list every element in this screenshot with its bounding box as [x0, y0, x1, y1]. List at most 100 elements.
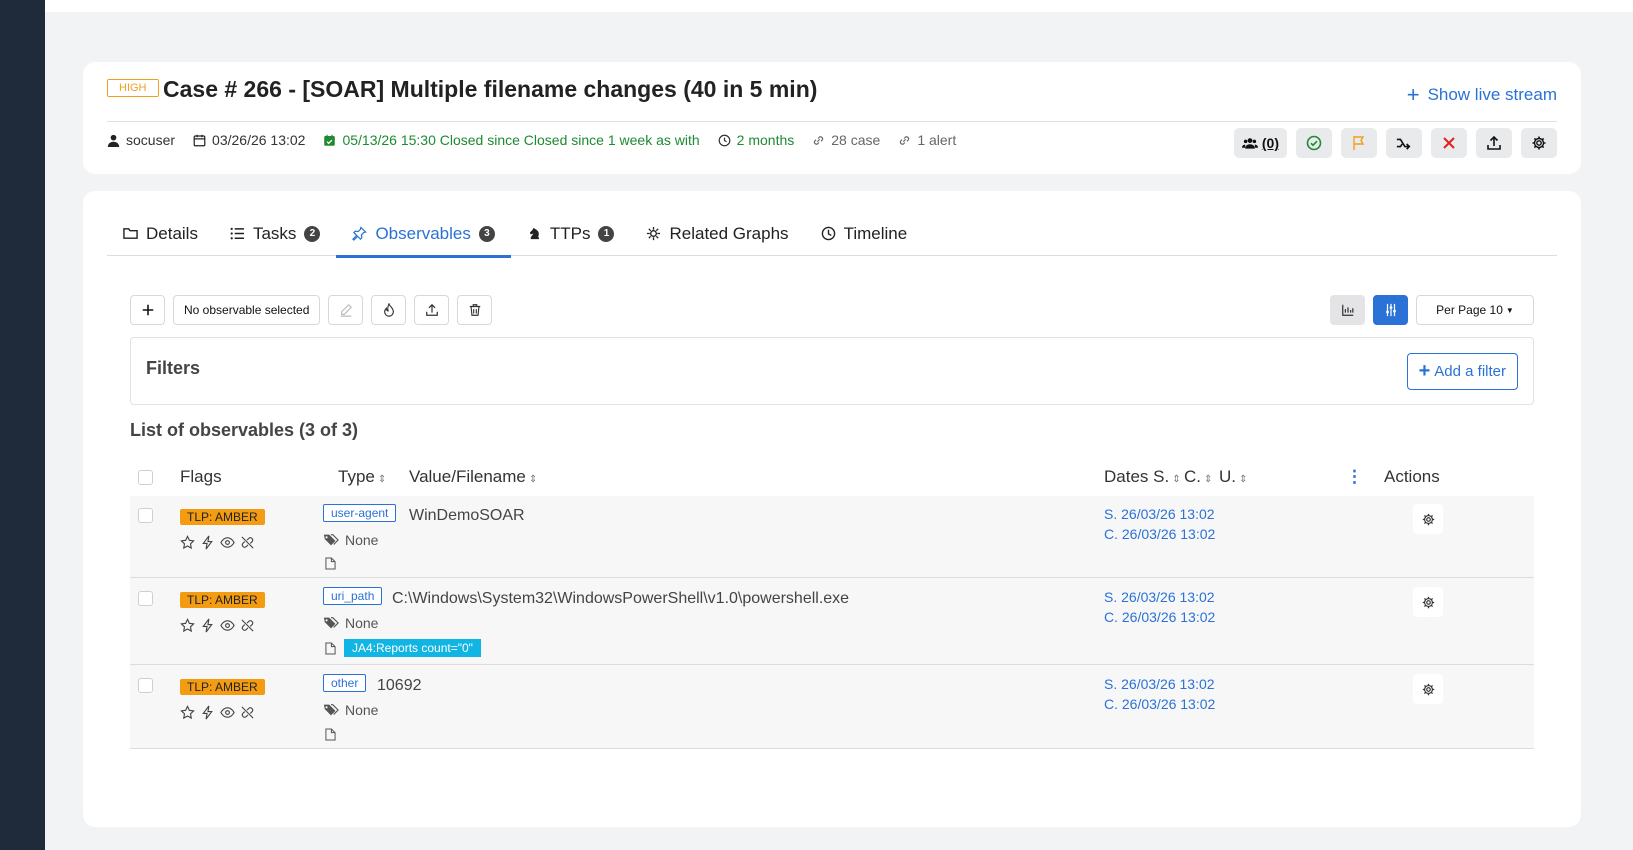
star-icon[interactable] [180, 618, 195, 633]
file-icon[interactable] [325, 728, 336, 741]
add-filter-button[interactable]: + Add a filter [1406, 353, 1518, 390]
unlink-icon[interactable] [240, 618, 255, 633]
star-icon[interactable] [180, 705, 195, 720]
col-value-header[interactable]: Value/Filename ⇕ [409, 467, 537, 487]
tab-ttps[interactable]: TTPs 1 [511, 211, 631, 256]
selection-dropdown[interactable]: No observable selected [173, 295, 321, 325]
meta-cases-link[interactable]: 28 case [812, 132, 880, 148]
row-checkbox[interactable] [138, 591, 153, 606]
delete-observables-button[interactable] [457, 295, 493, 325]
unlink-icon[interactable] [240, 535, 255, 550]
observable-dates: S. 26/03/26 13:02 C. 26/03/26 13:02 [1104, 504, 1215, 544]
report-badge[interactable]: JA4:Reports count="0" [344, 639, 481, 657]
list-icon [230, 227, 245, 240]
export-observables-button[interactable] [414, 295, 450, 325]
analyze-button[interactable] [371, 295, 407, 325]
stats-toggle-button[interactable] [1330, 295, 1365, 325]
filters-toggle-button[interactable] [1373, 295, 1408, 325]
check-circle-icon [1306, 135, 1322, 151]
observable-attachment: JA4:Reports count="0" [325, 639, 481, 657]
flag-icons [180, 535, 255, 550]
observable-value[interactable]: 10692 [377, 677, 422, 695]
chess-knight-icon [529, 227, 540, 240]
upload-icon [1487, 135, 1501, 150]
plus-icon: + [1418, 360, 1431, 382]
eye-icon[interactable] [220, 705, 235, 720]
table-row[interactable]: TLP: AMBER user-agent WinDemoSOAR None S… [130, 496, 1534, 578]
trash-icon [469, 304, 481, 316]
delete-case-button[interactable] [1431, 128, 1467, 158]
settings-button[interactable] [1521, 128, 1557, 158]
network-icon [647, 226, 661, 241]
show-live-stream-button[interactable]: + Show live stream [1407, 84, 1557, 106]
meta-alerts-link[interactable]: 1 alert [898, 132, 956, 148]
flag-icons [180, 618, 255, 633]
per-page-dropdown[interactable]: Per Page 10 ▼ [1416, 295, 1534, 325]
upload-icon [426, 303, 438, 316]
bar-chart-icon [1341, 304, 1353, 316]
tab-related-graphs[interactable]: Related Graphs [630, 211, 804, 256]
observable-tags-label: None [345, 702, 379, 718]
select-all-checkbox[interactable] [138, 470, 153, 485]
header-divider [107, 121, 1557, 122]
top-bar [45, 0, 1633, 12]
tab-timeline[interactable]: Timeline [805, 211, 924, 256]
severity-badge: HIGH [107, 79, 159, 97]
flag-button[interactable] [1341, 128, 1377, 158]
col-type: Type [338, 467, 375, 486]
col-type-header[interactable]: Type ⇕ [338, 467, 386, 487]
table-row[interactable]: TLP: AMBER uri_path C:\Windows\System32\… [130, 578, 1534, 665]
observable-value[interactable]: WinDemoSOAR [409, 507, 525, 525]
tlp-badge: TLP: AMBER [180, 592, 265, 608]
assignees-button[interactable]: (0) [1233, 128, 1287, 158]
pencil-icon [340, 303, 352, 317]
col-created-header[interactable]: C. ⇕ [1184, 467, 1212, 487]
calendar-check-icon [324, 134, 336, 146]
plus-icon: + [1406, 82, 1420, 107]
export-button[interactable] [1476, 128, 1512, 158]
star-icon[interactable] [180, 535, 195, 550]
clock-icon [718, 134, 731, 146]
observable-attachment [325, 557, 336, 570]
tab-tasks[interactable]: Tasks 2 [214, 211, 336, 256]
add-observable-button[interactable] [130, 295, 165, 325]
case-action-buttons: (0) [1233, 128, 1557, 158]
col-flags: Flags [180, 467, 222, 486]
lightning-icon[interactable] [200, 705, 215, 720]
merge-button[interactable] [1386, 128, 1422, 158]
table-row[interactable]: TLP: AMBER other 10692 None S. 26/03/26 … [130, 665, 1534, 749]
observable-value[interactable]: C:\Windows\System32\WindowsPowerShell\v1… [392, 590, 849, 608]
row-actions-button[interactable] [1413, 504, 1443, 534]
sort-icon: ⇕ [528, 474, 538, 485]
eye-icon[interactable] [220, 535, 235, 550]
unlink-icon[interactable] [240, 705, 255, 720]
tlp-badge: TLP: AMBER [180, 509, 265, 525]
case-header-card: HIGH Case # 266 - [SOAR] Multiple filena… [83, 62, 1581, 174]
row-actions-button[interactable] [1413, 587, 1443, 617]
col-dates-header[interactable]: Dates S. ⇕ [1104, 467, 1181, 487]
observable-start-date: S. 26/03/26 13:02 [1104, 676, 1215, 692]
resolve-button[interactable] [1296, 128, 1332, 158]
tab-details[interactable]: Details [107, 211, 214, 256]
tab-tasks-count: 2 [304, 225, 321, 242]
meta-duration: 2 months [718, 132, 794, 148]
app-sidebar [0, 0, 45, 850]
observable-dates: S. 26/03/26 13:02 C. 26/03/26 13:02 [1104, 587, 1215, 627]
case-meta-row: socuser 03/26/26 13:02 05/13/26 15:30 Cl… [107, 132, 974, 148]
lightning-icon[interactable] [200, 618, 215, 633]
file-icon[interactable] [325, 641, 336, 655]
add-filter-label: Add a filter [1434, 363, 1506, 380]
observable-type-tag: uri_path [323, 587, 383, 605]
col-updated-header[interactable]: U. ⇕ [1219, 467, 1247, 487]
case-tabs: Details Tasks 2 Observables 3 TTPs 1 Rel… [107, 211, 1557, 258]
row-checkbox[interactable] [138, 678, 153, 693]
row-actions-button[interactable] [1413, 674, 1443, 704]
eye-icon[interactable] [220, 618, 235, 633]
file-icon[interactable] [325, 557, 336, 570]
row-checkbox[interactable] [138, 508, 153, 523]
lightning-icon[interactable] [200, 535, 215, 550]
tab-observables[interactable]: Observables 3 [336, 211, 512, 258]
edit-button[interactable] [328, 295, 364, 325]
column-options-icon[interactable]: ⋮ [1346, 467, 1363, 487]
tags-icon [323, 704, 339, 716]
